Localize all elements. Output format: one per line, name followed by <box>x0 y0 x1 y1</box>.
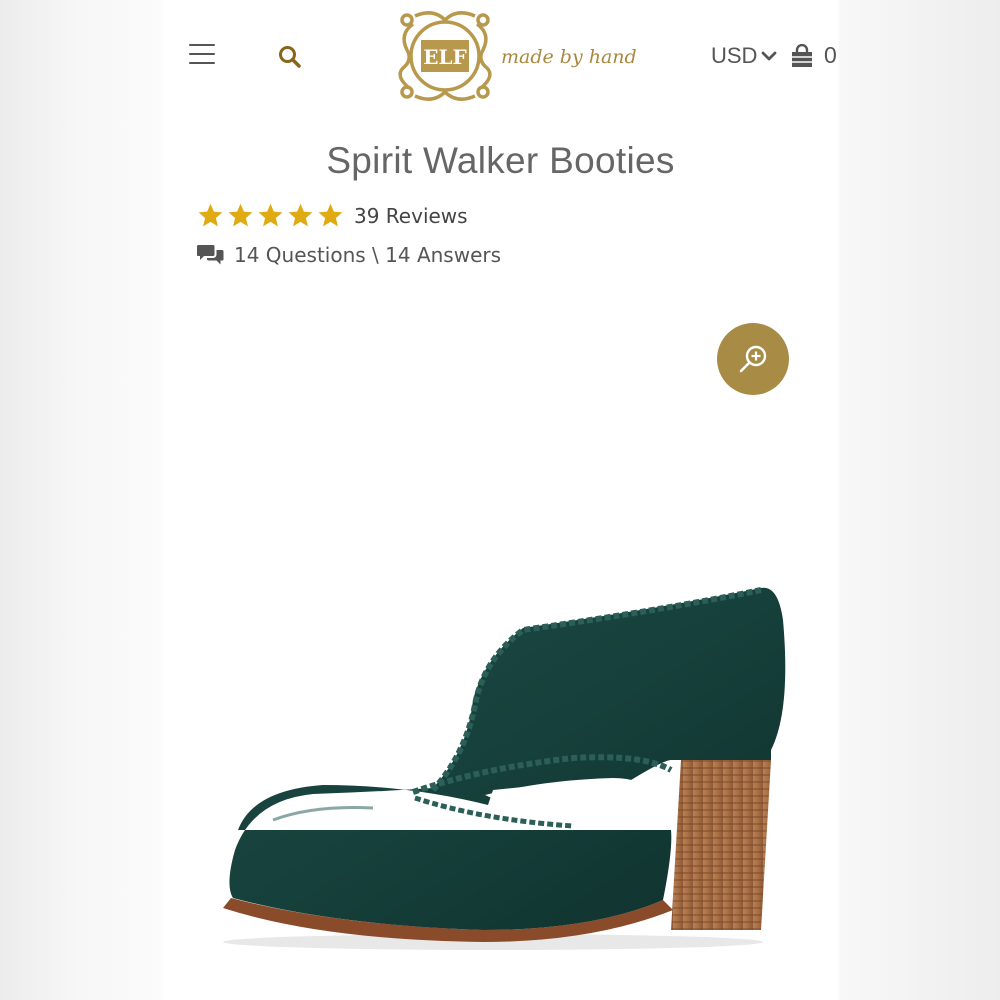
leather-highlight <box>272 806 374 822</box>
reviews-link[interactable]: 39 Reviews <box>197 202 468 229</box>
brand-emblem: ELF <box>398 11 492 101</box>
questions-answers-count: 14 Questions \ 14 Answers <box>234 243 502 267</box>
star-icon <box>258 203 283 227</box>
reviews-count: 39 Reviews <box>354 203 468 228</box>
star-icon <box>198 203 223 227</box>
product-page: ELF made by hand USD 0 Spirit Walker Boo… <box>163 0 838 1000</box>
shopping-bag-icon <box>792 43 812 67</box>
brand-logo[interactable]: ELF made by hand <box>393 6 637 106</box>
search-icon <box>279 46 301 68</box>
product-title: Spirit Walker Booties <box>326 140 675 181</box>
search-button[interactable] <box>277 44 303 70</box>
menu-icon-line-3 <box>189 62 215 64</box>
star-rating <box>197 202 344 229</box>
cart-button[interactable]: 0 <box>790 42 837 69</box>
star-icon <box>318 203 343 227</box>
chevron-down-icon <box>762 51 777 61</box>
questions-link[interactable]: 14 Questions \ 14 Answers <box>197 243 501 267</box>
zoom-in-icon <box>739 345 767 373</box>
zoom-button[interactable] <box>717 323 789 395</box>
currency-selector[interactable]: USD <box>711 43 777 69</box>
product-image[interactable] <box>193 580 793 960</box>
cart-count: 0 <box>824 42 837 68</box>
wooden-heel <box>671 760 771 930</box>
chat-bubbles-icon <box>197 245 224 265</box>
brand-tagline: made by hand <box>501 46 637 68</box>
star-icon <box>288 203 313 227</box>
brand-mark-text: ELF <box>423 45 467 69</box>
menu-icon-line-2 <box>189 53 215 55</box>
currency-value: USD <box>711 43 758 68</box>
menu-button[interactable] <box>189 44 215 66</box>
star-icon <box>228 203 253 227</box>
menu-icon-line-1 <box>189 44 215 46</box>
